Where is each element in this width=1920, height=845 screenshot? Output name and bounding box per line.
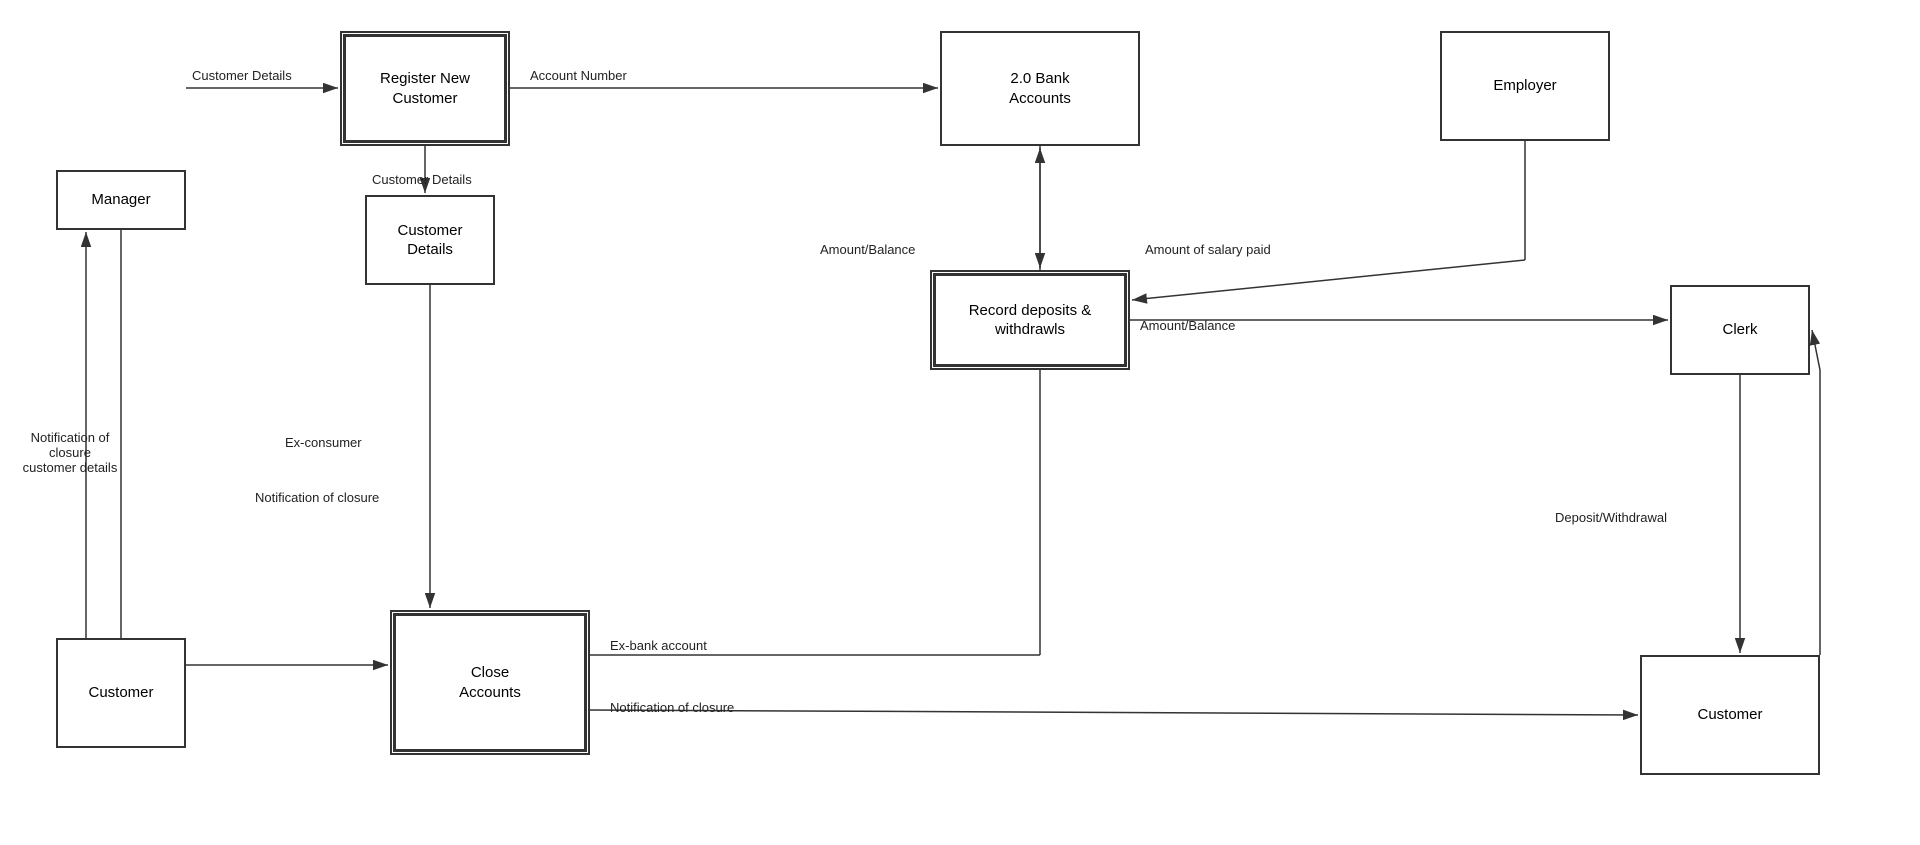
label-amount-of-salary: Amount of salary paid	[1145, 242, 1271, 257]
customer-details-box: CustomerDetails	[365, 195, 495, 285]
label-account-number: Account Number	[530, 68, 627, 83]
close-accounts-box: CloseAccounts	[390, 610, 590, 755]
bank-accounts-label: 2.0 BankAccounts	[1009, 69, 1071, 108]
customer-bottom-box: Customer	[56, 638, 186, 748]
label-customer-details-arrow: Customer Details	[192, 68, 292, 83]
label-ex-consumer: Ex-consumer	[285, 435, 362, 450]
manager-label: Manager	[91, 190, 150, 210]
record-deposits-box: Record deposits &withdrawls	[930, 270, 1130, 370]
employer-box: Employer	[1440, 31, 1610, 141]
label-ex-bank-account: Ex-bank account	[610, 638, 707, 653]
customer-right-box: Customer	[1640, 655, 1820, 775]
manager-box: Manager	[56, 170, 186, 230]
diagram-container: Manager Customer Register NewCustomer Cu…	[0, 0, 1920, 845]
register-new-customer-label: Register NewCustomer	[380, 69, 470, 108]
label-customer-details-2: Customer Details	[372, 172, 472, 187]
close-accounts-label: CloseAccounts	[459, 663, 521, 702]
clerk-label: Clerk	[1722, 320, 1757, 340]
label-notification-closure-1: Notification of closure	[255, 490, 379, 505]
label-notification-closure-2: Notification of closure	[610, 700, 734, 715]
record-deposits-label: Record deposits &withdrawls	[969, 301, 1092, 340]
clerk-box: Clerk	[1670, 285, 1810, 375]
customer-bottom-label: Customer	[88, 683, 153, 703]
customer-right-label: Customer	[1697, 705, 1762, 725]
label-amount-balance-1: Amount/Balance	[820, 242, 915, 257]
label-amount-balance-2: Amount/Balance	[1140, 318, 1235, 333]
bank-accounts-box: 2.0 BankAccounts	[940, 31, 1140, 146]
register-new-customer-box: Register NewCustomer	[340, 31, 510, 146]
label-notification-closure-customer: Notification of closurecustomer details	[10, 430, 130, 475]
label-deposit-withdrawal: Deposit/Withdrawal	[1555, 510, 1667, 525]
customer-details-label: CustomerDetails	[397, 221, 462, 260]
employer-label: Employer	[1493, 76, 1556, 96]
